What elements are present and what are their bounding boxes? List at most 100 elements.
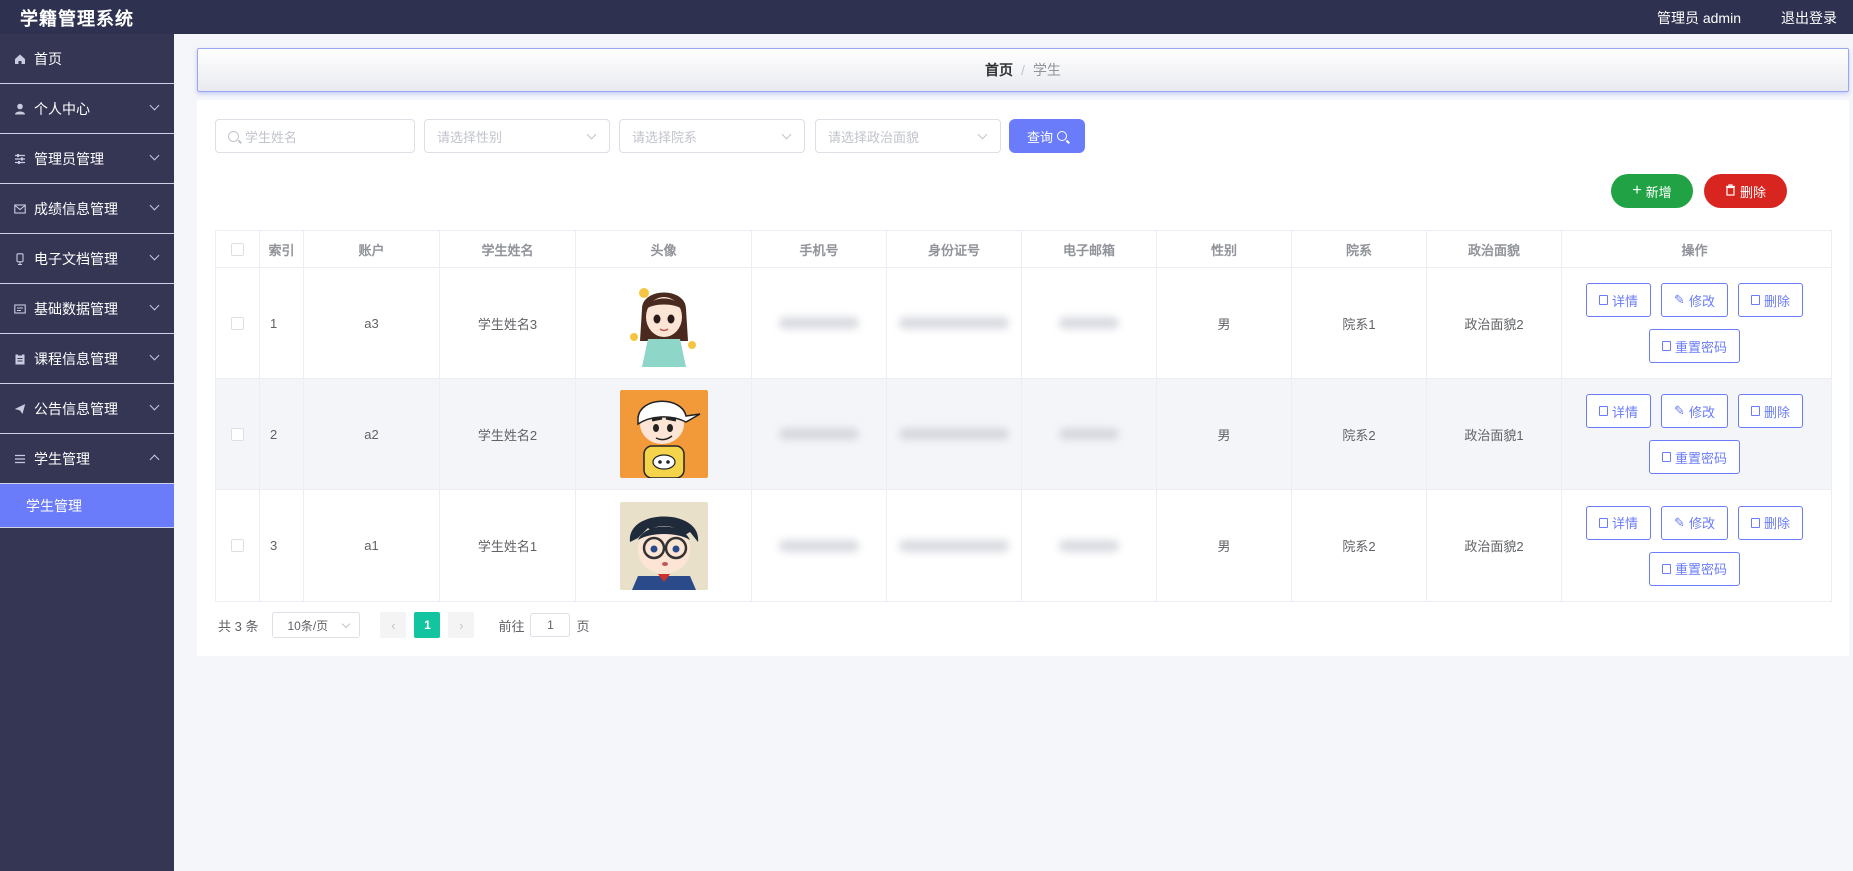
search-icon xyxy=(1057,131,1067,141)
clipboard-icon xyxy=(14,353,26,365)
chevron-down-icon xyxy=(149,250,160,261)
chevron-down-icon xyxy=(781,129,792,140)
edit-button[interactable]: ✎ 修改 xyxy=(1661,505,1728,540)
chevron-right-icon: › xyxy=(459,617,464,633)
column-header: 院系 xyxy=(1292,231,1427,267)
query-button[interactable]: 查询 xyxy=(1009,119,1085,153)
prev-page-button[interactable]: ‹ xyxy=(380,612,407,638)
sidebar-item-basedata[interactable]: 基础数据管理 xyxy=(0,284,174,334)
app-title: 学籍管理系统 xyxy=(20,9,134,29)
sidebar-item-label: 首页 xyxy=(34,50,62,67)
search-icon xyxy=(228,130,239,142)
column-header: 身份证号 xyxy=(887,231,1022,267)
column-header: 操作 xyxy=(1681,242,1708,258)
edit-icon: ✎ xyxy=(1674,403,1685,418)
breadcrumb: 首页 / 学生 xyxy=(197,48,1849,92)
detail-button[interactable]: 详情 xyxy=(1586,283,1652,317)
sidebar-item-label: 电子文档管理 xyxy=(34,250,118,267)
column-header: 索引 xyxy=(260,231,304,267)
breadcrumb-separator: / xyxy=(1021,62,1025,78)
delete-button[interactable]: 删除 xyxy=(1737,283,1803,317)
edit-button[interactable]: ✎ 修改 xyxy=(1661,394,1728,428)
student-name-search-input[interactable]: 学生姓名 xyxy=(215,119,415,153)
sidebar-item-home[interactable]: 首页 xyxy=(0,34,174,84)
reset-password-button[interactable]: 重置密码 xyxy=(1648,440,1740,474)
student-table: 索引 账户 学生姓名 头像 手机号 身份证号 电子邮箱 性别 院系 政治面貌 操… xyxy=(215,230,1832,602)
document-icon xyxy=(1599,295,1609,305)
document-icon xyxy=(1661,341,1671,351)
page-number-current[interactable]: 1 xyxy=(414,612,441,638)
table-row[interactable]: 2 a2 学生姓名2 男 院系2 政治面貌1 详情 ✎ 修改 删除 重置密码 xyxy=(216,379,1831,490)
sidebar-item-label: 公告信息管理 xyxy=(34,400,118,417)
sidebar-item-grades[interactable]: 成绩信息管理 xyxy=(0,184,174,234)
cell-department: 院系1 xyxy=(1292,268,1427,378)
column-header: 电子邮箱 xyxy=(1022,231,1157,267)
document-icon xyxy=(14,252,26,265)
column-header: 头像 xyxy=(576,231,752,267)
select-all-checkbox[interactable] xyxy=(231,242,244,256)
cell-name: 学生姓名1 xyxy=(440,490,576,601)
delete-button[interactable]: 删除 xyxy=(1737,505,1803,540)
row-checkbox[interactable] xyxy=(231,316,244,330)
edit-button[interactable]: ✎ 修改 xyxy=(1661,283,1728,317)
card-icon xyxy=(14,303,26,315)
total-count: 共 3 条 xyxy=(218,618,259,634)
sidebar-item-label: 基础数据管理 xyxy=(34,300,118,317)
next-page-button[interactable]: › xyxy=(448,612,475,638)
gender-select[interactable]: 请选择性别 xyxy=(424,119,610,153)
list-icon xyxy=(14,453,26,465)
delete-button[interactable]: 删除 xyxy=(1737,394,1803,428)
chevron-up-icon xyxy=(149,454,160,465)
cell-idcard-redacted xyxy=(887,379,1022,489)
document-icon xyxy=(1661,452,1671,462)
table-row[interactable]: 3 a1 学生姓名1 男 院系2 政治面貌2 详情 ✎ 修改 删除 重置密码 xyxy=(216,490,1831,601)
column-header: 账户 xyxy=(304,231,440,267)
add-button[interactable]: + 新增 xyxy=(1611,174,1693,208)
chevron-down-icon xyxy=(977,129,988,140)
detail-button[interactable]: 详情 xyxy=(1586,505,1652,540)
chevron-down-icon xyxy=(149,400,160,411)
trash-icon xyxy=(1725,183,1736,199)
sidebar-item-label: 课程信息管理 xyxy=(34,350,118,367)
send-icon xyxy=(14,403,26,415)
sidebar-item-personal[interactable]: 个人中心 xyxy=(0,84,174,134)
cell-department: 院系2 xyxy=(1292,490,1427,601)
sidebar-item-documents[interactable]: 电子文档管理 xyxy=(0,234,174,284)
trash-icon xyxy=(1750,406,1760,416)
mail-icon xyxy=(14,203,26,215)
reset-password-button[interactable]: 重置密码 xyxy=(1648,551,1740,586)
avatar xyxy=(619,501,708,590)
table-header: 索引 账户 学生姓名 头像 手机号 身份证号 电子邮箱 性别 院系 政治面貌 操… xyxy=(216,231,1831,268)
trash-icon xyxy=(1750,517,1760,528)
reset-password-button[interactable]: 重置密码 xyxy=(1648,329,1740,363)
edit-icon: ✎ xyxy=(1674,514,1685,530)
goto-page-input[interactable]: 1 xyxy=(530,613,571,637)
sidebar-item-label: 个人中心 xyxy=(34,100,90,117)
detail-button[interactable]: 详情 xyxy=(1586,394,1652,428)
bulk-delete-button[interactable]: 删除 xyxy=(1704,174,1787,208)
cell-index: 3 xyxy=(260,490,304,601)
sidebar-item-admin[interactable]: 管理员管理 xyxy=(0,134,174,184)
row-checkbox[interactable] xyxy=(231,539,244,552)
cell-phone-redacted xyxy=(752,268,887,378)
page-size-select[interactable]: 10条/页 xyxy=(272,612,361,638)
table-row[interactable]: 1 a3 学生姓名3 男 院系1 政治面貌2 详情 ✎ 修改 删除 重置密码 xyxy=(216,268,1831,379)
column-header: 学生姓名 xyxy=(440,231,576,267)
row-checkbox[interactable] xyxy=(231,427,244,441)
breadcrumb-home[interactable]: 首页 xyxy=(985,60,1013,80)
department-select[interactable]: 请选择院系 xyxy=(619,119,805,153)
cell-account: a3 xyxy=(304,268,440,378)
chevron-down-icon xyxy=(149,100,160,111)
logout-button[interactable]: 退出登录 xyxy=(1781,8,1837,28)
sidebar-item-notices[interactable]: 公告信息管理 xyxy=(0,384,174,434)
sidebar-subitem-student-management[interactable]: 学生管理 xyxy=(0,484,174,528)
sidebar-item-courses[interactable]: 课程信息管理 xyxy=(0,334,174,384)
cell-political-status: 政治面貌2 xyxy=(1427,490,1562,601)
current-user: 管理员 admin xyxy=(1656,10,1741,26)
political-status-select[interactable]: 请选择政治面貌 xyxy=(815,119,1001,153)
cell-phone-redacted xyxy=(752,490,887,601)
cell-department: 院系2 xyxy=(1292,379,1427,489)
cell-gender: 男 xyxy=(1157,379,1292,489)
avatar xyxy=(619,279,708,367)
sidebar-item-students[interactable]: 学生管理 xyxy=(0,434,174,484)
